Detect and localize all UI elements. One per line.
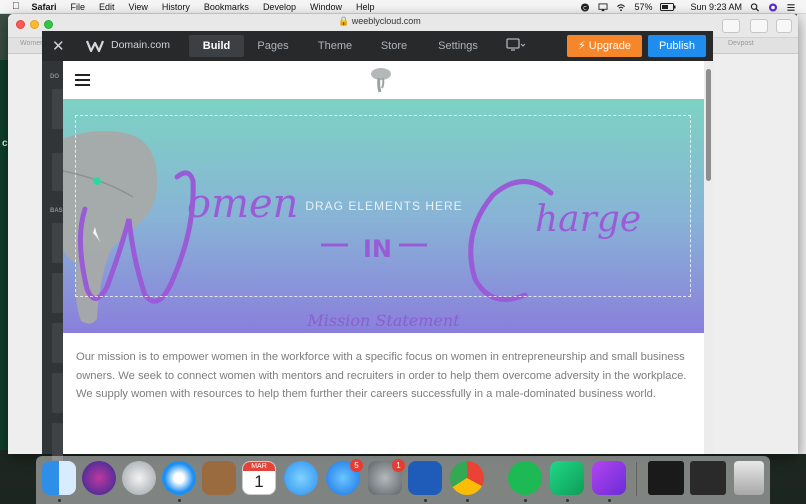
scrollbar-thumb[interactable] xyxy=(706,69,711,181)
sidebar-element[interactable] xyxy=(52,273,63,313)
tab-build[interactable]: Build xyxy=(189,35,244,57)
tab-devpost[interactable]: Devpost xyxy=(728,40,754,47)
menu-view[interactable]: View xyxy=(129,2,148,12)
hero-banner[interactable]: omen IN harge DRAG ELEMENTS HERE xyxy=(63,99,704,333)
finder-icon[interactable] xyxy=(42,461,76,495)
menu-edit[interactable]: Edit xyxy=(99,2,115,12)
messages-icon[interactable] xyxy=(284,461,318,495)
apple-menu-icon[interactable]:  xyxy=(12,1,20,12)
tab-pages[interactable]: Pages xyxy=(248,35,298,57)
desktop-text-fragment: c xyxy=(2,138,8,149)
publish-button[interactable]: Publish xyxy=(648,35,706,57)
drop-zone-label: DRAG ELEMENTS HERE xyxy=(305,199,463,213)
lightning-icon: ⚡︎ xyxy=(578,40,586,52)
sidebar-section-label: BAS xyxy=(50,208,63,214)
trash-icon[interactable] xyxy=(734,461,764,495)
menu-bar:  Safari File Edit View History Bookmark… xyxy=(0,0,806,14)
sidebar-element[interactable] xyxy=(52,89,63,129)
dock-separator xyxy=(636,462,637,496)
running-indicator xyxy=(566,499,569,502)
minimized-window-thumbnail[interactable] xyxy=(690,461,726,495)
dock: MAR 1 5 1 xyxy=(36,456,770,504)
system-preferences-badge: 1 xyxy=(392,459,405,472)
upgrade-label: Upgrade xyxy=(588,40,631,52)
menu-bookmarks[interactable]: Bookmarks xyxy=(204,2,249,12)
app-store-badge: 5 xyxy=(350,459,363,472)
hamburger-menu-icon[interactable] xyxy=(75,74,90,86)
tab-store[interactable]: Store xyxy=(372,35,416,57)
notification-center-icon[interactable] xyxy=(786,3,796,12)
drop-zone[interactable]: DRAG ELEMENTS HERE xyxy=(75,115,691,297)
running-indicator xyxy=(466,499,469,502)
pycharm-icon[interactable] xyxy=(550,461,584,495)
sidebar-element[interactable] xyxy=(52,373,63,413)
calendar-icon[interactable]: MAR 1 xyxy=(242,461,276,495)
background-window-edge xyxy=(797,14,806,454)
weebly-editor: ✕ Domain.com Build Pages Theme Store Set… xyxy=(42,31,713,463)
weebly-logo-icon[interactable] xyxy=(86,38,104,54)
calendar-month: MAR xyxy=(243,462,275,471)
downloads-button[interactable] xyxy=(722,19,740,33)
airplay-icon[interactable] xyxy=(598,2,608,12)
running-indicator xyxy=(58,499,61,502)
wifi-icon[interactable] xyxy=(616,3,626,12)
elephant-logo-icon[interactable] xyxy=(369,66,393,94)
tab-overview-button[interactable] xyxy=(776,19,792,33)
running-indicator xyxy=(178,499,181,502)
elements-sidebar: DO BAS xyxy=(42,61,63,463)
editor-top-bar: ✕ Domain.com Build Pages Theme Store Set… xyxy=(42,31,713,61)
tab-theme[interactable]: Theme xyxy=(308,35,362,57)
chrome-icon[interactable] xyxy=(450,461,484,495)
tab-settings[interactable]: Settings xyxy=(426,35,490,57)
contacts-icon[interactable] xyxy=(202,461,236,495)
menu-develop[interactable]: Develop xyxy=(263,2,296,12)
menu-history[interactable]: History xyxy=(162,2,190,12)
window-zoom-button[interactable] xyxy=(44,20,53,29)
desktop-window-edge xyxy=(0,60,8,450)
running-indicator xyxy=(608,499,611,502)
share-button[interactable] xyxy=(750,19,768,33)
siri-icon[interactable] xyxy=(82,461,116,495)
window-minimize-button[interactable] xyxy=(30,20,39,29)
mission-heading[interactable]: Mission Statement xyxy=(63,311,704,330)
address-bar[interactable]: 🔒 weeblycloud.com xyxy=(338,16,421,27)
svg-text:C: C xyxy=(584,5,588,11)
menu-clock[interactable]: Sun 9:23 AM xyxy=(690,2,742,12)
sidebar-section-label: DO xyxy=(50,74,59,80)
menu-help[interactable]: Help xyxy=(356,2,375,12)
url-text: weeblycloud.com xyxy=(351,16,421,26)
menu-file[interactable]: File xyxy=(71,2,86,12)
close-editor-icon[interactable]: ✕ xyxy=(52,37,65,55)
sidebar-element[interactable] xyxy=(52,223,63,263)
site-domain[interactable]: Domain.com xyxy=(111,39,170,51)
word-icon[interactable] xyxy=(408,461,442,495)
menu-app-name[interactable]: Safari xyxy=(32,2,57,12)
menu-window[interactable]: Window xyxy=(310,2,342,12)
calendar-day: 1 xyxy=(254,472,264,491)
safari-icon[interactable] xyxy=(162,461,196,495)
siri-icon[interactable] xyxy=(768,2,778,12)
tab-womer[interactable]: Womer xyxy=(20,40,42,47)
page-scrollbar[interactable] xyxy=(704,61,713,454)
upgrade-button[interactable]: ⚡︎ Upgrade xyxy=(567,35,642,57)
sidebar-element[interactable] xyxy=(52,153,63,191)
running-indicator xyxy=(424,499,427,502)
battery-icon[interactable] xyxy=(660,3,676,11)
window-close-button[interactable] xyxy=(16,20,25,29)
spotify-icon[interactable] xyxy=(508,461,542,495)
spotlight-search-icon[interactable] xyxy=(750,2,760,12)
page-preview: omen IN harge DRAG ELEMENTS HERE Mission… xyxy=(63,61,704,454)
mission-paragraph[interactable]: Our mission is to empower women in the w… xyxy=(76,348,696,404)
status-app-icon[interactable]: C xyxy=(580,2,590,12)
launchpad-icon[interactable] xyxy=(122,461,156,495)
phpstorm-icon[interactable] xyxy=(592,461,626,495)
device-preview-icon[interactable] xyxy=(506,38,526,52)
minimized-window-thumbnail[interactable] xyxy=(648,461,684,495)
running-indicator xyxy=(524,499,527,502)
battery-percent: 57% xyxy=(634,2,653,12)
sidebar-element[interactable] xyxy=(52,323,63,363)
